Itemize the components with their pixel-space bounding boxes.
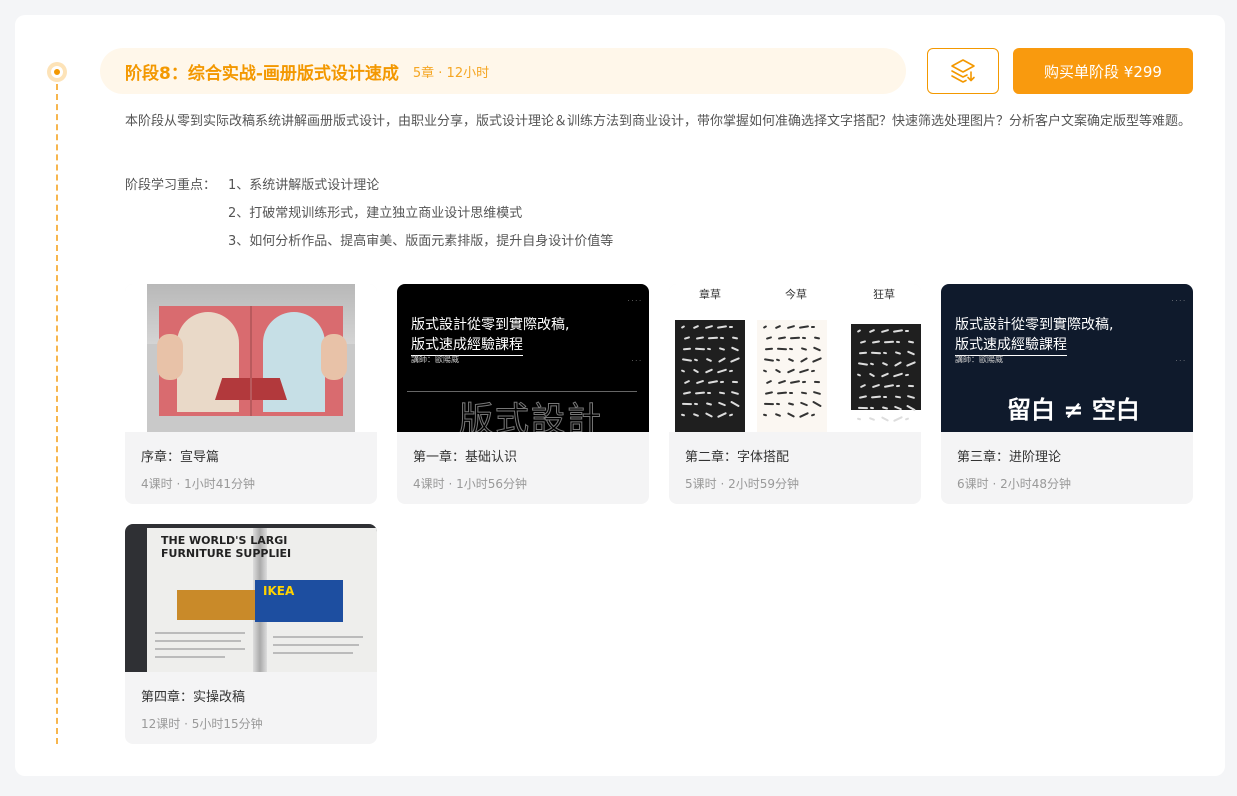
chapter-meta: 4课时 · 1小时56分钟 — [413, 477, 527, 491]
focus-item: 2、打破常规训练形式，建立独立商业设计思维模式 — [228, 206, 523, 221]
slide-lecturer: 講師：歐陽威 — [955, 355, 1003, 364]
chapter-card-2[interactable]: 章草 今草 狂草 第二章：字体搭配 5课时 · 2小时59分钟 — [669, 284, 921, 504]
catalog-brand: IKEA — [263, 584, 295, 598]
chapter-card-1[interactable]: 版式設計從零到實際改稿, 版式速成經驗課程 講師：歐陽威 版式設計 · · · … — [397, 284, 649, 504]
chapter-title: 序章：宣导篇 — [141, 450, 220, 465]
chapter-card-4[interactable]: THE WORLD'S LARGI FURNITURE SUPPLIEI IKE… — [125, 524, 377, 744]
buy-stage-button[interactable]: 购买单阶段 ¥299 — [1013, 48, 1193, 94]
stage-description: 本阶段从零到实际改稿系统讲解画册版式设计，由职业分享，版式设计理论＆训练方法到商… — [125, 114, 1192, 129]
chapter-card-3[interactable]: 版式設計從零到實際改稿, 版式速成經驗課程 講師：歐陽威 留白 ≠ 空白 · ·… — [941, 284, 1193, 504]
catalog-headline: THE WORLD'S LARGI FURNITURE SUPPLIEI — [161, 534, 292, 560]
focus-item: 1、系统讲解版式设计理论 — [228, 178, 380, 193]
focus-label: 阶段学习重点： — [125, 178, 217, 193]
download-materials-button[interactable] — [927, 48, 999, 94]
chapter-card-prologue[interactable]: 序章：宣导篇 4课时 · 1小时41分钟 — [125, 284, 377, 504]
chapter-title: 第三章：进阶理论 — [957, 450, 1062, 465]
slide-watermark: 版式設計 — [459, 400, 603, 433]
slide-title: 版式設計從零到實際改稿, — [411, 317, 570, 333]
slide-title: 版式設計從零到實際改稿, — [955, 317, 1114, 333]
calligraphy-label: 章草 — [699, 288, 721, 301]
focus-item: 3、如何分析作品、提高审美、版面元素排版，提升自身设计价值等 — [228, 234, 614, 249]
chapter-meta: 6课时 · 2小时48分钟 — [957, 477, 1071, 491]
chapter-thumbnail: 版式設計從零到實際改稿, 版式速成經驗課程 講師：歐陽威 版式設計 · · · … — [397, 284, 649, 432]
stage-title: 阶段8：综合实战-画册版式设计速成 — [125, 63, 399, 84]
slide-subtitle: 版式速成經驗課程 — [955, 334, 1067, 356]
chapter-meta: 5课时 · 2小时59分钟 — [685, 477, 799, 491]
layers-download-icon — [951, 59, 975, 83]
stage-header: 阶段8：综合实战-画册版式设计速成 5章 · 12小时 — [100, 48, 906, 94]
chapter-thumbnail: 章草 今草 狂草 — [669, 284, 921, 432]
stage-meta: 5章 · 12小时 — [412, 65, 490, 81]
chapter-thumbnail — [125, 284, 377, 432]
chapter-meta: 4课时 · 1小时41分钟 — [141, 477, 255, 491]
calligraphy-label: 狂草 — [873, 288, 895, 301]
slide-highlight: 留白 ≠ 空白 — [1007, 396, 1140, 424]
timeline-dot — [47, 62, 67, 82]
chapter-title: 第四章：实操改稿 — [141, 690, 246, 705]
slide-subtitle: 版式速成經驗課程 — [411, 334, 523, 356]
slide-lecturer: 講師：歐陽威 — [411, 355, 459, 364]
chapter-thumbnail: THE WORLD'S LARGI FURNITURE SUPPLIEI IKE… — [125, 524, 377, 672]
chapter-thumbnail: 版式設計從零到實際改稿, 版式速成經驗課程 講師：歐陽威 留白 ≠ 空白 · ·… — [941, 284, 1193, 432]
chapter-title: 第二章：字体搭配 — [685, 450, 790, 465]
chapter-meta: 12课时 · 5小时15分钟 — [141, 717, 263, 731]
calligraphy-label: 今草 — [785, 288, 807, 301]
chapter-title: 第一章：基础认识 — [413, 450, 518, 465]
timeline-line — [56, 84, 58, 744]
